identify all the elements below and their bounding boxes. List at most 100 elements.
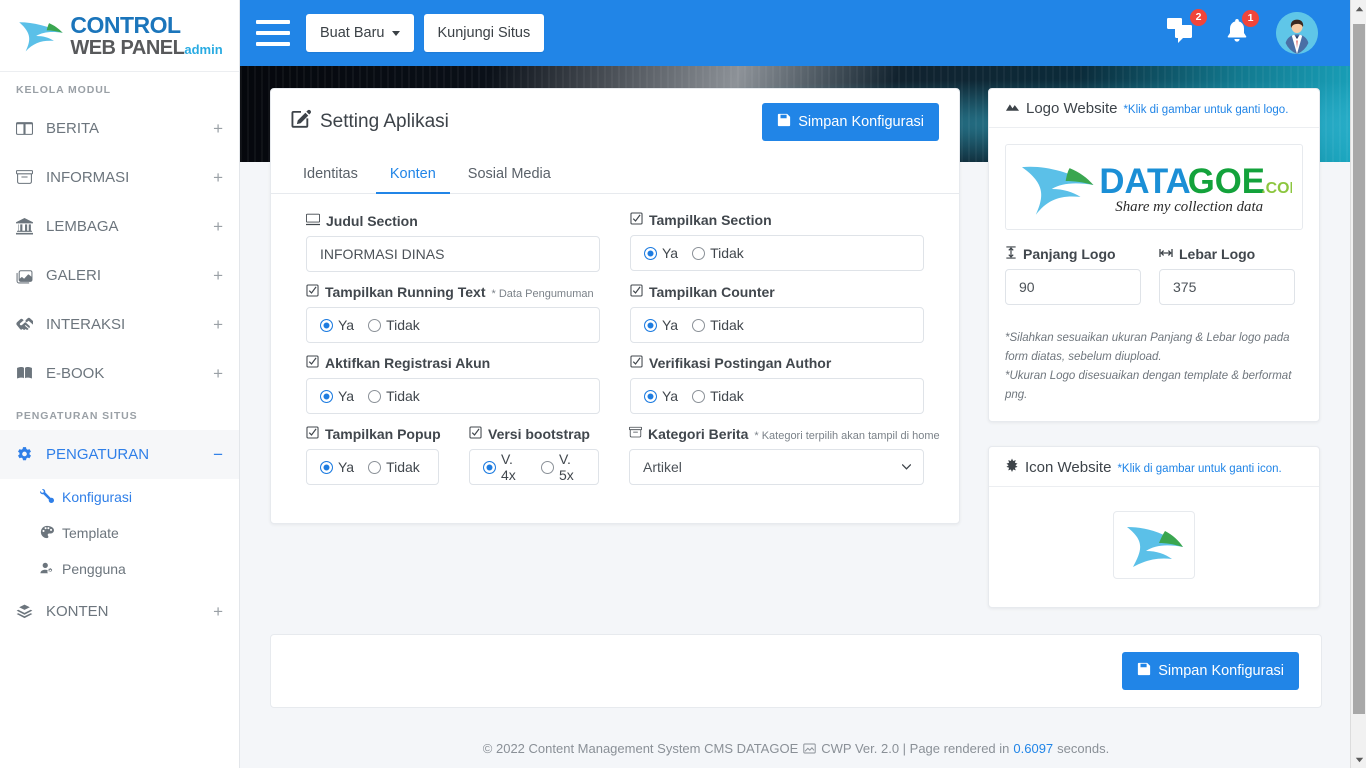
logo-image[interactable]: DATA GOE .COM Share my collection data xyxy=(1005,144,1303,230)
radio-input[interactable] xyxy=(692,319,705,332)
bottom-save-bar: Simpan Konfigurasi xyxy=(270,634,1322,708)
expand-icon[interactable]: + xyxy=(213,119,223,139)
mountain-icon xyxy=(1005,100,1020,117)
radio-input[interactable] xyxy=(368,319,381,332)
field-panjang-logo: Panjang Logo 90 xyxy=(1005,246,1141,305)
radio-label: Ya xyxy=(662,388,678,404)
tab-konten[interactable]: Konten xyxy=(376,155,450,194)
render-seconds-link[interactable]: 0.6097 xyxy=(1013,741,1053,756)
radio-option[interactable]: Tidak xyxy=(692,245,744,261)
panjang-logo-input[interactable]: 90 xyxy=(1005,269,1141,305)
field-label: Judul Section xyxy=(306,212,600,229)
radio-option[interactable]: Ya xyxy=(644,388,678,404)
radio-input[interactable] xyxy=(644,390,657,403)
layers-icon xyxy=(16,603,40,620)
website-icon-image[interactable] xyxy=(1113,511,1195,579)
radio-option[interactable]: Ya xyxy=(644,317,678,333)
collapse-icon[interactable]: − xyxy=(213,445,223,465)
tab-sosial-media[interactable]: Sosial Media xyxy=(454,155,565,194)
expand-icon[interactable]: + xyxy=(213,364,223,384)
field-registrasi-akun: Aktifkan Registrasi Akun Ya Tidak xyxy=(306,355,600,414)
expand-icon[interactable]: + xyxy=(213,266,223,286)
sidebar-item-lembaga[interactable]: LEMBAGA + xyxy=(0,202,239,251)
field-versi-bootstrap: Versi bootstrap V. 4x V. 5x xyxy=(469,426,599,485)
radio-option[interactable]: Ya xyxy=(644,245,678,261)
columns-icon xyxy=(16,120,40,137)
footer-text-after: seconds. xyxy=(1057,741,1109,756)
radio-input[interactable] xyxy=(320,319,333,332)
icon-website-panel: Icon Website *Klik di gambar untuk ganti… xyxy=(988,446,1320,608)
expand-icon[interactable]: + xyxy=(213,168,223,188)
buat-baru-button[interactable]: Buat Baru xyxy=(306,14,414,52)
scrollbar-thumb[interactable] xyxy=(1353,24,1365,714)
radio-input[interactable] xyxy=(483,461,496,474)
radio-option[interactable]: Tidak xyxy=(368,459,420,475)
radio-option[interactable]: Tidak xyxy=(368,317,420,333)
sidebar-subitem-label: Konfigurasi xyxy=(62,489,132,505)
radio-input[interactable] xyxy=(320,390,333,403)
checkbox-icon xyxy=(469,426,482,442)
chevron-down-icon xyxy=(902,464,911,470)
radio-option[interactable]: V. 4x xyxy=(483,451,527,483)
save-button-label: Simpan Konfigurasi xyxy=(798,114,924,130)
radio-input[interactable] xyxy=(692,390,705,403)
tab-bar: Identitas Konten Sosial Media xyxy=(271,155,959,194)
sidebar-item-interaksi[interactable]: INTERAKSI + xyxy=(0,300,239,349)
icon-panel-header: Icon Website *Klik di gambar untuk ganti… xyxy=(989,447,1319,487)
radio-label: Ya xyxy=(662,317,678,333)
tab-identitas[interactable]: Identitas xyxy=(289,155,372,194)
avatar[interactable] xyxy=(1276,12,1318,54)
radio-input[interactable] xyxy=(644,319,657,332)
field-lebar-logo: Lebar Logo 375 xyxy=(1159,246,1295,305)
versi-bootstrap-radios: V. 4x V. 5x xyxy=(469,449,599,485)
scroll-down-arrow-icon[interactable] xyxy=(1351,751,1366,768)
kunjungi-situs-button[interactable]: Kunjungi Situs xyxy=(424,14,545,52)
hamburger-icon[interactable] xyxy=(256,20,290,46)
sidebar-subitem-pengguna[interactable]: Pengguna xyxy=(0,551,239,587)
radio-option[interactable]: Tidak xyxy=(692,388,744,404)
save-button-top[interactable]: Simpan Konfigurasi xyxy=(762,103,939,141)
radio-option[interactable]: Tidak xyxy=(692,317,744,333)
sidebar-item-berita[interactable]: BERITA + xyxy=(0,104,239,153)
sidebar-subitem-template[interactable]: Template xyxy=(0,515,239,551)
scroll-up-arrow-icon[interactable] xyxy=(1351,0,1366,17)
setting-aplikasi-card: Setting Aplikasi Simpan Konfigurasi Iden… xyxy=(270,88,960,524)
checkbox-icon xyxy=(630,284,643,300)
field-label-text: Kategori Berita xyxy=(648,426,748,442)
content-area: DATA GOE .COM Share my collection data S… xyxy=(240,66,1352,768)
radio-input[interactable] xyxy=(692,247,705,260)
expand-icon[interactable]: + xyxy=(213,602,223,622)
sidebar-item-galeri[interactable]: GALERI + xyxy=(0,251,239,300)
radio-option[interactable]: Ya xyxy=(320,388,354,404)
tampilkan-section-radios: Ya Tidak xyxy=(630,235,924,271)
kategori-berita-select[interactable]: Artikel xyxy=(629,449,924,485)
messages-icon[interactable]: 2 xyxy=(1166,16,1198,51)
checkbox-icon xyxy=(630,355,643,371)
radio-option[interactable]: Ya xyxy=(320,317,354,333)
radio-input[interactable] xyxy=(541,461,554,474)
sidebar-subitem-konfigurasi[interactable]: Konfigurasi xyxy=(0,479,239,515)
sidebar-item-ebook[interactable]: E-BOOK + xyxy=(0,349,239,398)
radio-input[interactable] xyxy=(368,390,381,403)
brand-logo[interactable]: CONTROL WEB PANELadmin xyxy=(0,0,239,72)
radio-option[interactable]: Ya xyxy=(320,459,354,475)
sidebar-item-pengaturan[interactable]: PENGATURAN − xyxy=(0,430,239,479)
bell-icon[interactable]: 1 xyxy=(1224,17,1250,50)
radio-input[interactable] xyxy=(644,247,657,260)
save-button-bottom[interactable]: Simpan Konfigurasi xyxy=(1122,652,1299,690)
radio-label: Tidak xyxy=(710,388,744,404)
lebar-logo-input[interactable]: 375 xyxy=(1159,269,1295,305)
radio-option[interactable]: V. 5x xyxy=(541,451,585,483)
judul-section-input[interactable]: INFORMASI DINAS xyxy=(306,236,600,272)
sidebar-item-informasi[interactable]: INFORMASI + xyxy=(0,153,239,202)
sidebar-item-label: INFORMASI xyxy=(40,169,213,186)
expand-icon[interactable]: + xyxy=(213,315,223,335)
field-hint: * Kategori terpilih akan tampil di home xyxy=(754,430,939,442)
expand-icon[interactable]: + xyxy=(213,217,223,237)
radio-input[interactable] xyxy=(320,461,333,474)
sidebar-item-konten[interactable]: KONTEN + xyxy=(0,587,239,636)
page-scrollbar[interactable] xyxy=(1350,0,1366,768)
right-column: Logo Website *Klik di gambar untuk ganti… xyxy=(988,88,1320,608)
radio-option[interactable]: Tidak xyxy=(368,388,420,404)
radio-input[interactable] xyxy=(368,461,381,474)
